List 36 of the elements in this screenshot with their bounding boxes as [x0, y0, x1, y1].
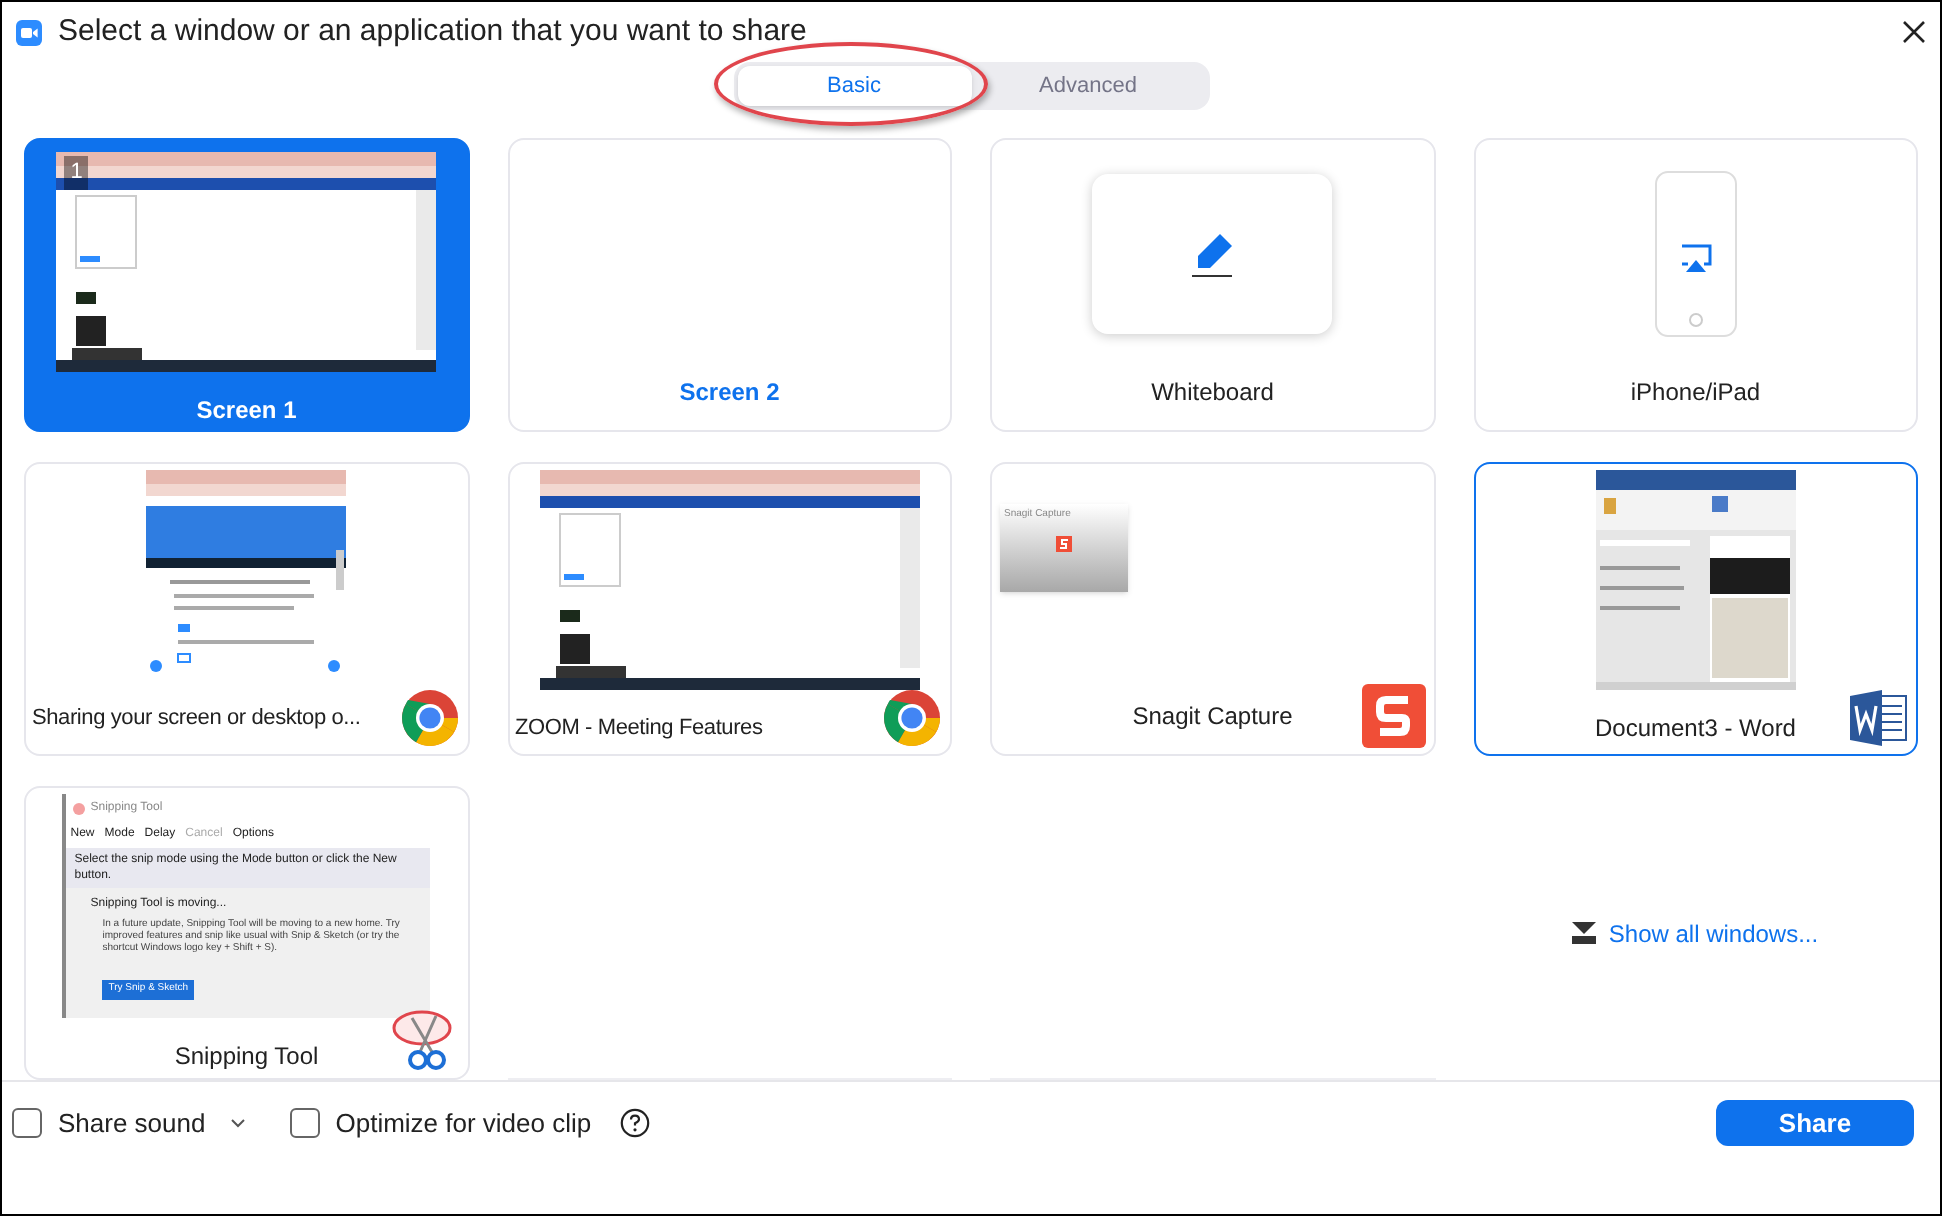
s-logo-icon — [1361, 684, 1425, 748]
source-card[interactable]: Document3 - Word — [1473, 462, 1918, 756]
checkbox-option[interactable]: Optimize for video clip — [289, 1103, 592, 1143]
show-all-windows-link[interactable]: Show all windows... — [1572, 915, 1819, 951]
screen-number: 1 — [64, 156, 89, 189]
phone-icon — [1653, 169, 1738, 337]
close-icon[interactable] — [1902, 20, 1926, 44]
source-label: Document3 - Word — [1595, 712, 1796, 746]
checkbox-option[interactable]: Share sound — [12, 1103, 206, 1143]
source-label: Whiteboard — [1151, 376, 1274, 410]
expand-icon — [1572, 922, 1597, 944]
chrome-icon — [399, 688, 459, 748]
chevron-down-icon[interactable] — [229, 1118, 246, 1128]
source-label: Screen 2 — [679, 376, 780, 410]
source-label: Sharing your screen or desktop o... — [32, 703, 361, 734]
window-title: Select a window or an application that you want to share — [58, 11, 807, 52]
chrome-icon — [882, 688, 942, 748]
source-card[interactable] — [24, 786, 469, 1080]
source-label: Snagit Capture — [1132, 700, 1293, 734]
s-logo-icon — [1056, 535, 1072, 551]
source-label: iPhone/iPad — [1630, 376, 1761, 410]
source-label: ZOOM - Meeting Features — [515, 713, 763, 744]
share-button[interactable]: Share — [1716, 1100, 1914, 1146]
source-card[interactable]: ZOOM - Meeting Features — [507, 462, 952, 756]
source-label: Snipping Tool — [174, 1040, 319, 1074]
source-card[interactable]: Screen 2 — [507, 138, 952, 432]
tab[interactable]: Advanced — [971, 66, 1205, 106]
camera-icon — [16, 19, 42, 45]
document-icon — [1848, 688, 1908, 748]
source-card[interactable]: Sharing your screen or desktop o... — [24, 462, 469, 756]
source-card[interactable]: iPhone/iPad — [1473, 138, 1918, 432]
source-card[interactable]: Whiteboard — [990, 138, 1435, 432]
help-icon[interactable] — [619, 1108, 650, 1138]
tab[interactable]: Basic — [737, 66, 971, 106]
source-label: Screen 1 — [196, 394, 297, 428]
source-card[interactable]: 1 Screen 1 — [24, 138, 469, 432]
